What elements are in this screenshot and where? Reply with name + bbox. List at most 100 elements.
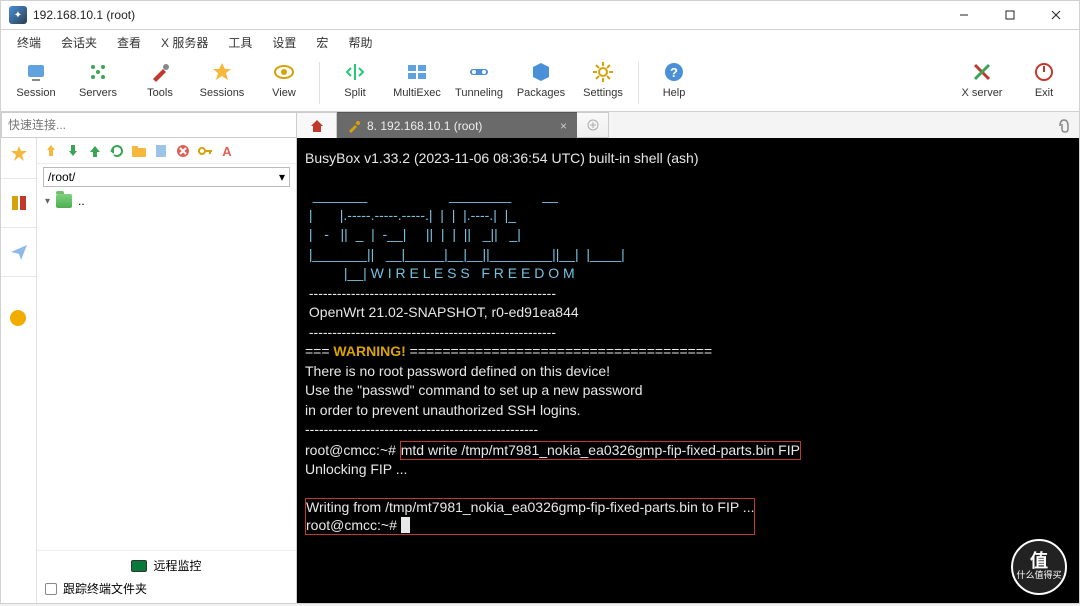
path-selector[interactable]: /root/ ▾ — [43, 167, 290, 187]
menu-xserver[interactable]: X 服务器 — [151, 34, 218, 51]
window-title: 192.168.10.1 (root) — [33, 8, 135, 22]
remote-monitor-row[interactable]: 远程监控 — [45, 557, 288, 574]
toolbar-tools-label: Tools — [147, 87, 173, 99]
toolbar-session[interactable]: Session — [5, 60, 67, 99]
tools-side-icon[interactable] — [9, 193, 29, 213]
menu-settings[interactable]: 设置 — [262, 34, 306, 51]
warn-text-3: in order to prevent unauthorized SSH log… — [305, 402, 581, 418]
toolbar-packages-label: Packages — [517, 87, 565, 99]
tree-up-label: .. — [78, 194, 85, 208]
tab-close-button[interactable]: × — [560, 119, 567, 133]
main-body: A /root/ ▾ ▾ .. 远程监控 跟踪终端文件夹 BusyBox v1.… — [0, 138, 1080, 604]
sftp-sidebar: A /root/ ▾ ▾ .. 远程监控 跟踪终端文件夹 — [37, 138, 297, 603]
toolbar-help[interactable]: ? Help — [643, 60, 705, 99]
toolbar-split[interactable]: Split — [324, 60, 386, 99]
menu-tools[interactable]: 工具 — [218, 34, 262, 51]
session-tab-label: 8. 192.168.10.1 (root) — [367, 119, 482, 133]
terminal-cursor — [401, 517, 410, 533]
delete-icon[interactable] — [175, 143, 191, 159]
divider-line-3: ----------------------------------------… — [305, 421, 538, 437]
sidebar-footer: 远程监控 跟踪终端文件夹 — [37, 550, 296, 603]
toolbar-help-label: Help — [663, 87, 686, 99]
wrench-icon — [347, 119, 361, 133]
text-format-icon[interactable]: A — [219, 143, 235, 159]
quick-connect-input[interactable] — [1, 112, 297, 138]
paperclip-icon — [1055, 117, 1071, 133]
toolbar-multiexec[interactable]: MultiExec — [386, 60, 448, 99]
svg-text:?: ? — [670, 65, 678, 80]
toolbar-split-label: Split — [344, 87, 365, 99]
toolbar-xserver-label: X server — [962, 87, 1003, 99]
follow-terminal-row[interactable]: 跟踪终端文件夹 — [45, 580, 288, 597]
toolbar-sessions-label: Sessions — [200, 87, 245, 99]
minimize-button[interactable] — [941, 0, 987, 30]
ascii-logo: _______ ________ __ | |.-----.-----.----… — [305, 187, 625, 281]
toolbar-xserver[interactable]: X server — [951, 60, 1013, 99]
toolbar-settings[interactable]: Settings — [572, 60, 634, 99]
toolbar-sessions[interactable]: Sessions — [191, 60, 253, 99]
follow-checkbox[interactable] — [45, 583, 57, 595]
new-folder-icon[interactable] — [131, 143, 147, 159]
unlock-line: Unlocking FIP ... — [305, 461, 407, 477]
toolbar-separator — [319, 62, 320, 104]
favorites-icon[interactable] — [9, 144, 29, 164]
menu-macro[interactable]: 宏 — [306, 34, 338, 51]
file-tree-up[interactable]: ▾ .. — [37, 190, 296, 212]
menu-sessions[interactable]: 会话夹 — [51, 34, 107, 51]
monitor-icon — [131, 560, 147, 572]
toolbar-tunneling[interactable]: Tunneling — [448, 60, 510, 99]
toolbar-servers-label: Servers — [79, 87, 117, 99]
path-row: /root/ ▾ — [37, 164, 296, 190]
new-tab-button[interactable] — [577, 112, 609, 138]
toolbar-view[interactable]: View — [253, 60, 315, 99]
toolbar-packages[interactable]: Packages — [510, 60, 572, 99]
download-icon[interactable] — [65, 143, 81, 159]
toolbar-view-label: View — [272, 87, 296, 99]
attachment-button[interactable] — [1047, 112, 1079, 138]
sidebar-toolbar: A — [37, 138, 296, 164]
plus-icon — [587, 119, 599, 131]
maximize-button[interactable] — [987, 0, 1033, 30]
terminal-view[interactable]: BusyBox v1.33.2 (2023-11-06 08:36:54 UTC… — [297, 138, 1079, 603]
menu-terminal[interactable]: 终端 — [7, 34, 51, 51]
toolbar-session-label: Session — [16, 87, 55, 99]
home-icon — [309, 118, 325, 134]
watermark-badge: 值 什么值得买 — [1011, 539, 1067, 595]
warn-text-1: There is no root password defined on thi… — [305, 363, 610, 379]
toolbar-exit[interactable]: Exit — [1013, 60, 1075, 99]
current-path: /root/ — [48, 170, 75, 184]
watermark-text: 什么值得买 — [1016, 570, 1061, 581]
warning-line: === WARNING! ===========================… — [305, 343, 712, 359]
send-icon[interactable] — [9, 242, 29, 262]
watermark-char: 值 — [1030, 552, 1048, 570]
chevron-down-icon: ▾ — [279, 170, 285, 184]
menubar: 终端 会话夹 查看 X 服务器 工具 设置 宏 帮助 — [0, 30, 1080, 54]
folder-icon — [56, 194, 72, 208]
toolbar-tools[interactable]: Tools — [129, 60, 191, 99]
home-tab[interactable] — [297, 112, 337, 138]
up-level-icon[interactable] — [87, 143, 103, 159]
highlighted-output-2: Writing from /tmp/mt7981_nokia_ea0326gmp… — [305, 498, 755, 535]
refresh-icon[interactable] — [109, 143, 125, 159]
divider-line-2: ----------------------------------------… — [305, 324, 556, 340]
window-titlebar: ✦ 192.168.10.1 (root) — [0, 0, 1080, 30]
upload-icon[interactable] — [43, 143, 59, 159]
warn-text-2: Use the "passwd" command to set up a new… — [305, 382, 643, 398]
window-controls — [941, 0, 1079, 30]
prompt-line-1: root@cmcc:~# mtd write /tmp/mt7981_nokia… — [305, 442, 801, 458]
version-line: OpenWrt 21.02-SNAPSHOT, r0-ed91ea844 — [305, 304, 579, 320]
menu-help[interactable]: 帮助 — [338, 34, 382, 51]
close-button[interactable] — [1033, 0, 1079, 30]
toolbar-servers[interactable]: Servers — [67, 60, 129, 99]
tree-caret-icon: ▾ — [45, 196, 50, 207]
key-icon[interactable] — [197, 143, 213, 159]
status-indicator-icon — [9, 309, 29, 329]
session-tab-active[interactable]: 8. 192.168.10.1 (root) × — [337, 112, 577, 138]
toolbar-multiexec-label: MultiExec — [393, 87, 441, 99]
new-file-icon[interactable] — [153, 143, 169, 159]
toolbar-tunneling-label: Tunneling — [455, 87, 503, 99]
highlighted-command-1: mtd write /tmp/mt7981_nokia_ea0326gmp-fi… — [400, 441, 801, 461]
busybox-line: BusyBox v1.33.2 (2023-11-06 08:36:54 UTC… — [305, 150, 699, 166]
menu-view[interactable]: 查看 — [107, 34, 151, 51]
toolbar-settings-label: Settings — [583, 87, 623, 99]
